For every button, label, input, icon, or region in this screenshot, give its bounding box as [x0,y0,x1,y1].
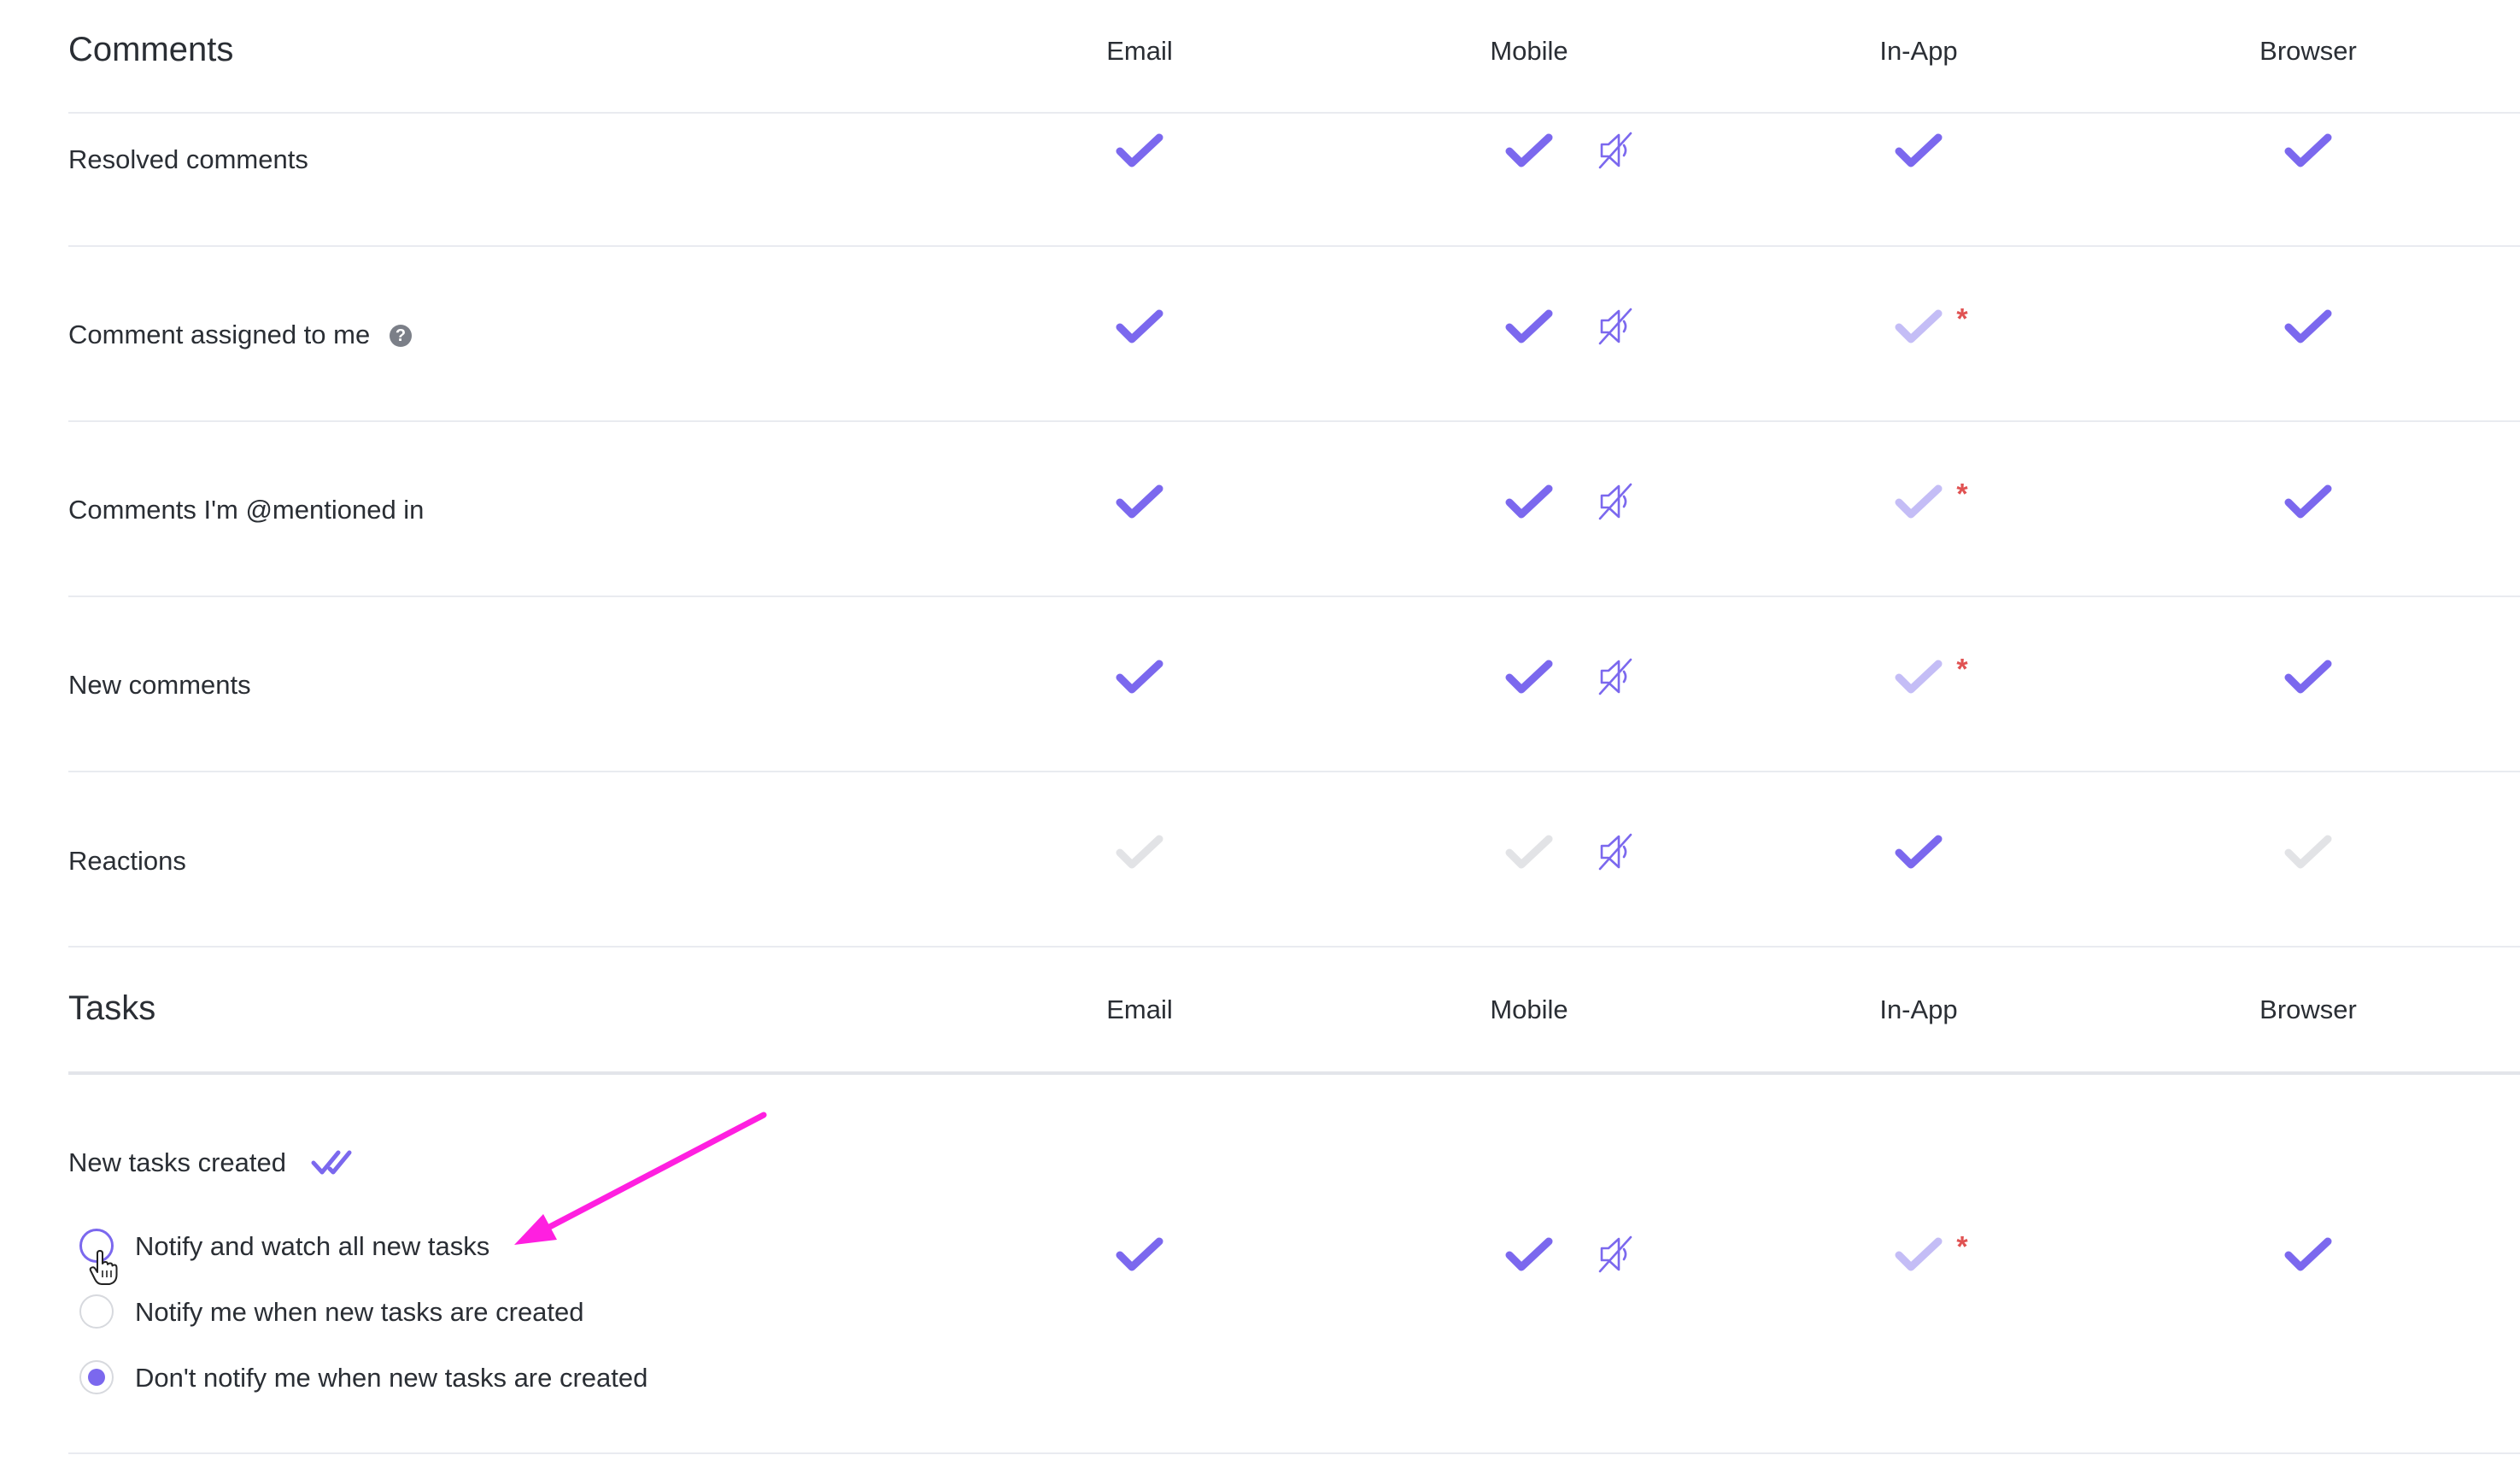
row-divider [68,596,2520,597]
comment-row-4-muted-speaker-icon[interactable] [1597,831,1634,872]
tasks-col-email: Email [1106,995,1173,1024]
row-divider [68,420,2520,422]
radio-label-notify-when-created[interactable]: Notify me when new tasks are created [135,1297,584,1328]
comment-row-2-browser-check-icon[interactable] [2283,482,2333,521]
comment-row-4-inapp-check-icon[interactable] [1894,832,1943,871]
tasks-col-browser: Browser [2259,995,2357,1024]
comments-section-title: Comments [68,31,234,68]
comment-row-3-muted-speaker-icon[interactable] [1597,656,1634,697]
double-check-icon [311,1148,364,1177]
row-label-reactions: Reactions [68,846,186,876]
radio-notify-when-created[interactable] [79,1294,114,1329]
comment-row-2-mobile-check-icon[interactable] [1504,482,1554,521]
comment-row-4-email-check-icon[interactable] [1115,832,1164,871]
comment-row-0-mobile-check-icon[interactable] [1504,131,1554,170]
radio-label-dont-notify[interactable]: Don't notify me when new tasks are creat… [135,1363,648,1394]
comment-row-1-mobile-check-icon[interactable] [1504,307,1554,346]
comment-row-0-email-check-icon[interactable] [1115,131,1164,170]
comment-row-1-browser-check-icon[interactable] [2283,307,2333,346]
comment-row-2-inapp-check-icon[interactable] [1894,482,1943,521]
row-divider [68,946,2520,948]
tasks-header-divider [68,1071,2520,1075]
comment-row-3-browser-check-icon[interactable] [2283,657,2333,696]
comment-row-3-mobile-check-icon[interactable] [1504,657,1554,696]
comment-row-3-inapp-check-icon[interactable] [1894,657,1943,696]
comments-col-browser: Browser [2259,36,2357,66]
comments-col-mobile: Mobile [1490,36,1568,66]
comment-row-0-inapp-check-icon[interactable] [1894,131,1943,170]
comment-row-1-required-star-icon: * [1956,302,1968,336]
row-divider [68,245,2520,247]
row-label-comment-assigned: Comment assigned to me [68,320,371,349]
comment-row-2-required-star-icon: * [1956,478,1968,511]
comment-row-1-muted-speaker-icon[interactable] [1597,306,1634,347]
comment-row-1-inapp-check-icon[interactable] [1894,307,1943,346]
task-row-0-muted-speaker-icon[interactable] [1597,1234,1634,1275]
help-icon[interactable]: ? [390,325,412,347]
comment-row-3-email-check-icon[interactable] [1115,657,1164,696]
row-divider [68,1452,2520,1454]
row-label-mentioned: Comments I'm @mentioned in [68,495,425,525]
task-row-0-required-star-icon: * [1956,1230,1968,1264]
tasks-section-title: Tasks [68,989,156,1027]
comment-row-4-mobile-check-icon[interactable] [1504,832,1554,871]
header-divider [68,112,2520,114]
comment-row-3-required-star-icon: * [1956,653,1968,686]
tasks-col-mobile: Mobile [1490,995,1568,1024]
comments-col-inapp: In-App [1879,36,1958,66]
radio-dont-notify[interactable] [79,1360,114,1394]
row-divider [68,771,2520,772]
radio-label-notify-and-watch[interactable]: Notify and watch all new tasks [135,1231,489,1262]
comment-row-2-email-check-icon[interactable] [1115,482,1164,521]
task-row-0-email-check-icon[interactable] [1115,1235,1164,1274]
comment-row-0-browser-check-icon[interactable] [2283,131,2333,170]
task-row-0-browser-check-icon[interactable] [2283,1235,2333,1274]
task-row-0-mobile-check-icon[interactable] [1504,1235,1554,1274]
task-row-0-inapp-check-icon[interactable] [1894,1235,1943,1274]
annotation-arrow [504,1106,777,1252]
tasks-col-inapp: In-App [1879,995,1958,1024]
comment-row-2-muted-speaker-icon[interactable] [1597,481,1634,522]
hand-pointer-cursor [89,1250,118,1286]
comment-row-0-muted-speaker-icon[interactable] [1597,130,1634,171]
row-label-new-comments: New comments [68,670,251,700]
comment-row-1-email-check-icon[interactable] [1115,307,1164,346]
row-label-resolved-comments: Resolved comments [68,144,308,174]
row-label-new-tasks: New tasks created [68,1147,286,1177]
comment-row-4-browser-check-icon[interactable] [2283,832,2333,871]
comments-col-email: Email [1106,36,1173,66]
